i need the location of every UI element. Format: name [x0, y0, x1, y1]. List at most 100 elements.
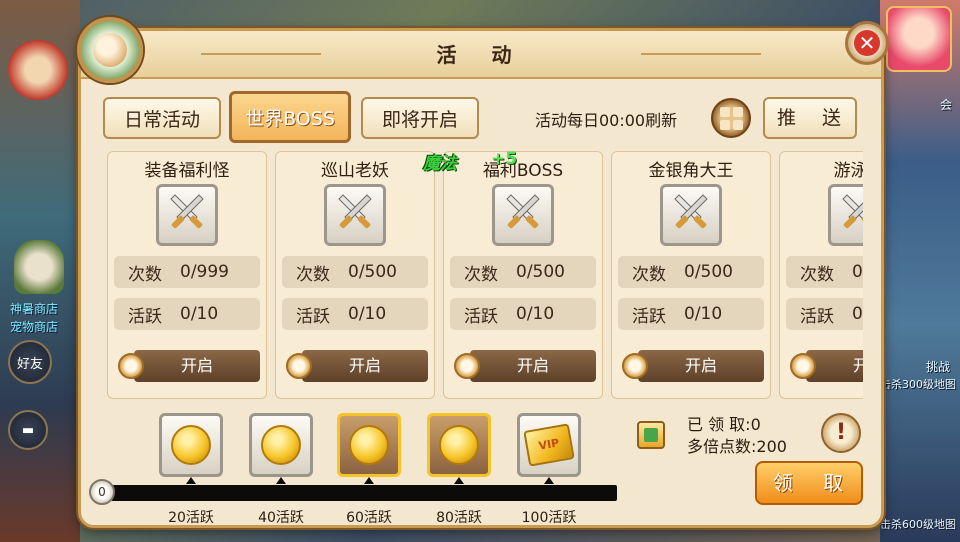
- friends-button[interactable]: 好友: [8, 340, 52, 384]
- clock-icon: [118, 353, 144, 379]
- crossed-swords-icon: [156, 184, 218, 246]
- vip-ticket-icon: VIP: [523, 423, 575, 467]
- npc-character-left: [8, 40, 68, 100]
- boss-card: 福利BOSS 次数 0/500 活跃 0/10 开启: [443, 151, 603, 399]
- progress-tick: [276, 477, 286, 484]
- progress-tick: [454, 477, 464, 484]
- count-row: 次数 0/999: [114, 256, 260, 288]
- tab-world-boss[interactable]: 世界BOSS: [229, 91, 351, 143]
- pet-shop-label[interactable]: 宠物商店: [10, 318, 58, 335]
- boss-card: 游泳怪 次数 0/500 活跃 0/10 开启: [779, 151, 863, 399]
- active-value: 0/10: [684, 304, 723, 324]
- open-row: 开启: [790, 350, 863, 382]
- boss-card: 装备福利怪 次数 0/999 活跃 0/10 开启: [107, 151, 267, 399]
- activity-progress-bar: [111, 485, 617, 501]
- active-label: 活跃: [800, 306, 834, 327]
- count-label: 次数: [296, 264, 330, 285]
- tab-daily[interactable]: 日常活动: [103, 97, 221, 139]
- progress-tick: [544, 477, 554, 484]
- open-row: 开启: [286, 350, 428, 382]
- close-button[interactable]: ✕: [845, 21, 889, 65]
- tier-label: 100活跃: [521, 510, 577, 526]
- open-button[interactable]: 开启: [134, 350, 260, 382]
- active-label: 活跃: [296, 306, 330, 327]
- claim-button[interactable]: 领 取: [755, 461, 863, 505]
- coin-icon: [439, 425, 479, 465]
- count-label: 次数: [464, 264, 498, 285]
- friends-label: 好友: [16, 356, 43, 372]
- open-row: 开启: [454, 350, 596, 382]
- reward-box-80[interactable]: [427, 413, 491, 477]
- count-value: 0/500: [516, 262, 565, 282]
- count-row: 次数 0/500: [786, 256, 863, 288]
- kill-300-label[interactable]: 击杀300级地图: [880, 376, 956, 392]
- chat-icon[interactable]: ▬: [8, 410, 48, 450]
- open-button[interactable]: 开启: [302, 350, 428, 382]
- count-value: 0/500: [348, 262, 397, 282]
- open-button[interactable]: 开启: [470, 350, 596, 382]
- reward-box-20[interactable]: [159, 413, 223, 477]
- shop-label[interactable]: 神暑商店: [10, 300, 58, 317]
- tier-label: 80活跃: [436, 510, 482, 526]
- avatar[interactable]: [77, 17, 143, 83]
- card-title: 金银角大王: [648, 161, 734, 181]
- clock-icon: [622, 353, 648, 379]
- active-label: 活跃: [128, 306, 162, 327]
- open-button[interactable]: 开启: [638, 350, 764, 382]
- progress-tick: [364, 477, 374, 484]
- card-title: 福利BOSS: [482, 161, 564, 181]
- multiplier-info: 多倍点数:200: [687, 433, 787, 457]
- claimed-info: 已 领 取:0: [687, 411, 761, 435]
- card-title: 巡山老妖: [321, 161, 389, 181]
- active-row: 活跃 0/10: [786, 298, 863, 330]
- reward-box-40[interactable]: [249, 413, 313, 477]
- floating-buff-text: 魔法: [423, 154, 457, 174]
- active-row: 活跃 0/10: [450, 298, 596, 330]
- player-portrait[interactable]: [886, 6, 952, 72]
- clock-icon: [790, 353, 816, 379]
- tab-upcoming[interactable]: 即将开启: [361, 97, 479, 139]
- count-row: 次数 0/500: [618, 256, 764, 288]
- challenge-label[interactable]: 挑战: [926, 358, 950, 375]
- multiplier-label: 多倍点数:: [687, 437, 757, 456]
- push-button[interactable]: 推 送: [763, 97, 857, 139]
- open-row: 开启: [118, 350, 260, 382]
- activity-panel: 活 动 ✕ 日常活动 世界BOSS 即将开启 活动每日00:00刷新 推 送 装…: [77, 17, 889, 528]
- reward-box-100[interactable]: VIP: [517, 413, 581, 477]
- clock-icon: [454, 353, 480, 379]
- crossed-swords-icon: [492, 184, 554, 246]
- reward-box-60[interactable]: [337, 413, 401, 477]
- active-value: 0/10: [852, 304, 863, 324]
- active-value: 0/10: [516, 304, 555, 324]
- active-value: 0/10: [348, 304, 387, 324]
- grid-menu-button[interactable]: [711, 98, 751, 138]
- claimed-value: 0: [750, 415, 761, 434]
- boss-card: 金银角大王 次数 0/500 活跃 0/10 开启: [611, 151, 771, 399]
- game-scene-right: [880, 0, 960, 542]
- multiplier-value: 200: [756, 437, 787, 456]
- coin-icon: [171, 425, 211, 465]
- kill-600-label[interactable]: 击杀600级地图: [880, 516, 956, 532]
- coin-icon: [261, 425, 301, 465]
- count-value: 0/500: [852, 262, 863, 282]
- tier-label: 40活跃: [258, 510, 304, 526]
- coin-icon: [349, 425, 389, 465]
- count-value: 0/999: [180, 262, 229, 282]
- tier-label: 60活跃: [346, 510, 392, 526]
- boss-card: 巡山老妖 次数 0/500 活跃 0/10 开启: [275, 151, 435, 399]
- floating-buff-plus: +5: [491, 149, 518, 169]
- gift-bag-icon: [637, 421, 665, 449]
- clock-icon: [286, 353, 312, 379]
- boss-card-list: 装备福利怪 次数 0/999 活跃 0/10 开启 巡山老妖 次数 0/500 活跃 0…: [107, 151, 863, 401]
- panel-header: 活 动: [81, 31, 881, 79]
- active-row: 活跃 0/10: [282, 298, 428, 330]
- crossed-swords-icon: [324, 184, 386, 246]
- active-value: 0/10: [180, 304, 219, 324]
- count-label: 次数: [128, 264, 162, 285]
- active-row: 活跃 0/10: [618, 298, 764, 330]
- info-exclamation-icon[interactable]: !: [821, 413, 861, 453]
- refresh-time-text: 活动每日00:00刷新: [535, 111, 678, 130]
- count-label: 次数: [632, 264, 666, 285]
- claimed-label: 已 领 取:: [687, 415, 751, 434]
- card-title: 游泳怪: [833, 161, 864, 181]
